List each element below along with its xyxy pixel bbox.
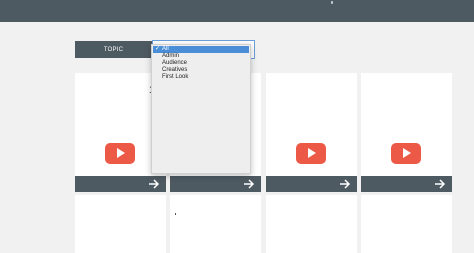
topic-dropdown-list[interactable]: ✓ All Admin Audience Creatives First Loo… xyxy=(151,44,251,174)
option-label: Creatives xyxy=(162,67,188,73)
check-icon: ✓ xyxy=(155,46,161,52)
video-card-7[interactable] xyxy=(266,195,357,253)
card-action-bar-3[interactable] xyxy=(266,176,357,192)
dropdown-option-audience[interactable]: Audience xyxy=(153,60,249,67)
card-action-bar-2[interactable] xyxy=(170,176,261,192)
video-card-8[interactable] xyxy=(361,195,452,253)
option-label: Audience xyxy=(162,60,188,66)
dropdown-option-all[interactable]: ✓ All xyxy=(153,46,249,53)
stray-mark xyxy=(175,213,176,215)
arrow-right-icon[interactable] xyxy=(148,178,160,190)
option-label: First Look xyxy=(162,74,189,80)
option-label: Admin xyxy=(162,53,180,59)
arrow-right-icon[interactable] xyxy=(434,178,446,190)
video-card-6[interactable] xyxy=(170,195,261,253)
card-action-bar-1[interactable] xyxy=(75,176,166,192)
option-label: All xyxy=(162,46,169,52)
topic-filter-label: TOPIC xyxy=(75,41,152,58)
arrow-right-icon[interactable] xyxy=(339,178,351,190)
video-card-4[interactable] xyxy=(361,73,452,176)
nav-indicator xyxy=(331,1,333,4)
video-card-3[interactable] xyxy=(266,73,357,176)
youtube-play-icon[interactable] xyxy=(105,143,135,164)
youtube-play-icon[interactable] xyxy=(296,143,326,164)
dropdown-option-creatives[interactable]: Creatives xyxy=(153,67,249,74)
card-action-bar-4[interactable] xyxy=(361,176,452,192)
video-card-5[interactable] xyxy=(75,195,166,253)
arrow-right-icon[interactable] xyxy=(243,178,255,190)
youtube-play-icon[interactable] xyxy=(391,143,421,164)
dropdown-option-first-look[interactable]: First Look xyxy=(153,74,249,81)
dropdown-option-admin[interactable]: Admin xyxy=(153,53,249,60)
top-navigation-bar xyxy=(0,0,474,22)
